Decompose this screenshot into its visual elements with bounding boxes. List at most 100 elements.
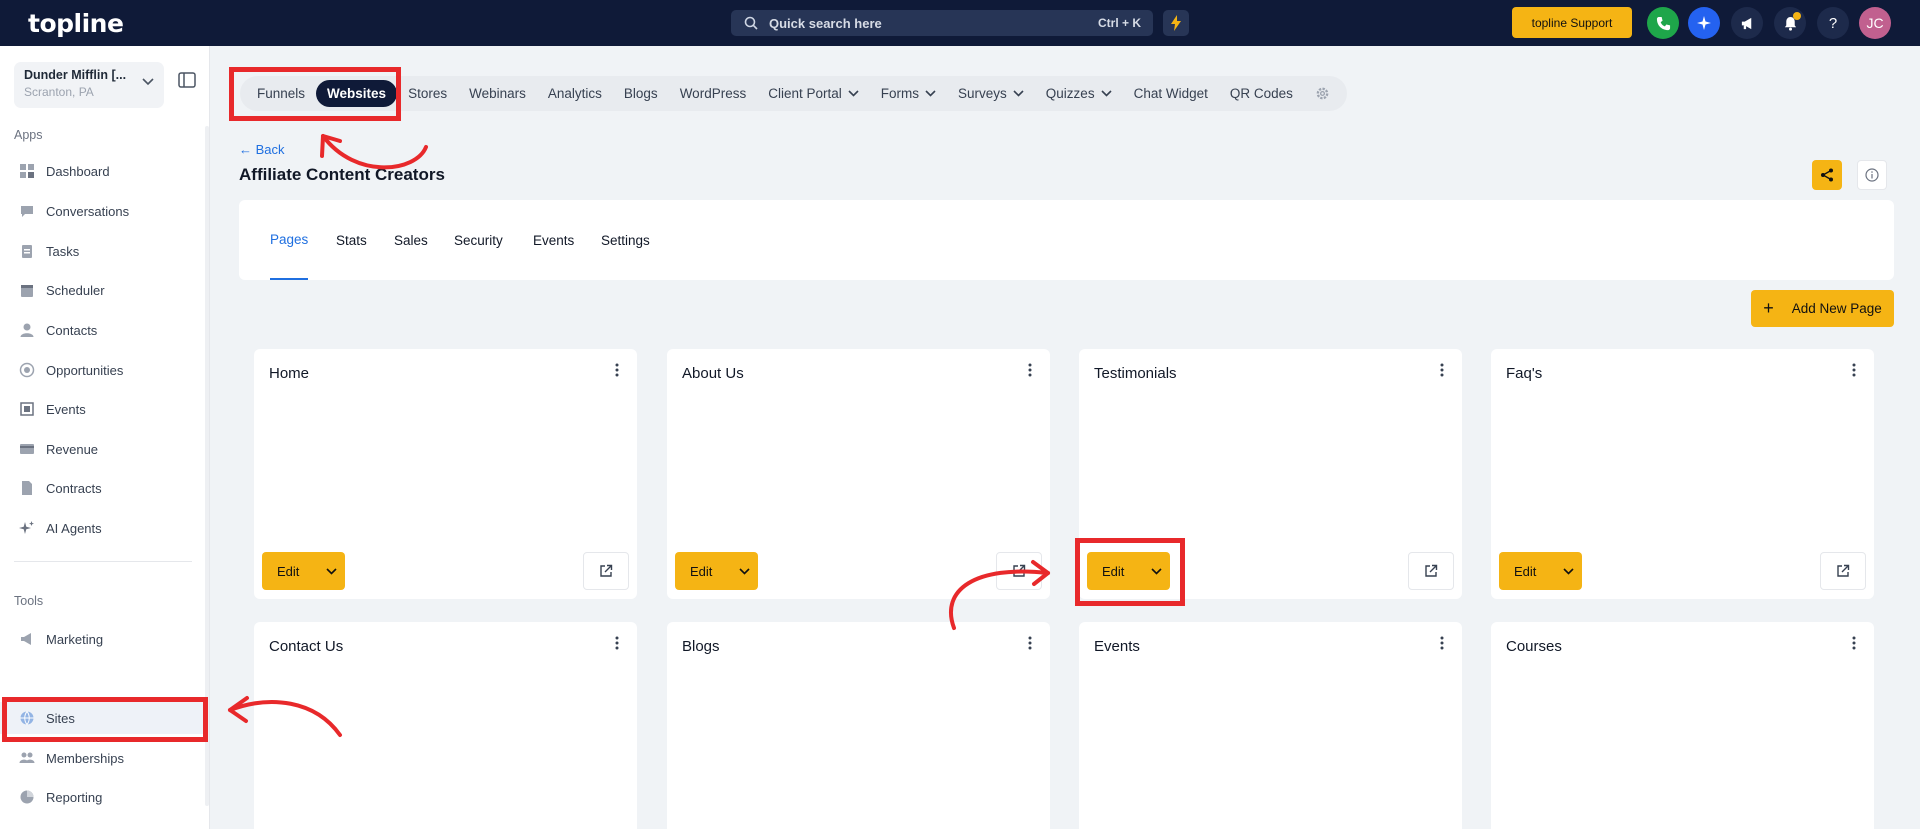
- tab-settings[interactable]: Settings: [601, 200, 650, 280]
- annotation-box-websites: [229, 67, 401, 121]
- sidebar-item-ai-agents[interactable]: AI Agents: [0, 512, 205, 544]
- sidebar-item-tasks[interactable]: Tasks: [0, 235, 205, 267]
- edit-label: Edit: [277, 563, 300, 579]
- subnav-client-portal[interactable]: Client Portal: [757, 80, 870, 107]
- arrow-to-websites: [320, 134, 428, 170]
- tab-stats[interactable]: Stats: [336, 200, 367, 280]
- notifications-button[interactable]: [1774, 7, 1806, 39]
- subnav-webinars[interactable]: Webinars: [458, 80, 537, 107]
- open-page-button[interactable]: [1408, 552, 1454, 590]
- more-options-icon[interactable]: [1028, 363, 1032, 377]
- subnav-label: Forms: [880, 86, 920, 101]
- sidebar-item-label: Scheduler: [46, 282, 105, 298]
- support-button[interactable]: topline Support: [1512, 7, 1632, 38]
- tab-security[interactable]: Security: [454, 200, 503, 280]
- subnav-chat-widget[interactable]: Chat Widget: [1123, 80, 1219, 107]
- sidebar-item-contacts[interactable]: Contacts: [0, 314, 205, 346]
- more-options-icon[interactable]: [1852, 363, 1856, 377]
- subnav-qr-codes[interactable]: QR Codes: [1219, 80, 1304, 107]
- chevron-down-icon: [848, 90, 859, 97]
- help-button[interactable]: ?: [1817, 7, 1849, 39]
- chevron-down-icon: [1563, 567, 1574, 575]
- edit-dropdown-toggle[interactable]: [731, 567, 758, 575]
- tab-events[interactable]: Events: [533, 200, 574, 280]
- user-avatar[interactable]: JC: [1859, 7, 1891, 39]
- chevron-down-icon: [1101, 90, 1112, 97]
- more-options-icon[interactable]: [615, 636, 619, 650]
- subnav-quizzes[interactable]: Quizzes: [1035, 80, 1123, 107]
- phone-button[interactable]: [1647, 7, 1679, 39]
- open-page-button[interactable]: [1820, 552, 1866, 590]
- account-switcher[interactable]: Dunder Mifflin [... Scranton, PA: [14, 62, 164, 108]
- sidebar-item-marketing[interactable]: Marketing: [0, 623, 205, 655]
- sidebar-item-opportunities[interactable]: Opportunities: [0, 354, 205, 386]
- sidebar-item-label: Opportunities: [46, 362, 124, 378]
- open-page-button[interactable]: [996, 552, 1042, 590]
- ai-assistant-button[interactable]: [1688, 7, 1720, 39]
- external-link-icon: [1013, 564, 1026, 577]
- sidebar-item-label: Contracts: [46, 480, 102, 496]
- app-logo[interactable]: topline: [28, 9, 124, 38]
- subnav-wordpress[interactable]: WordPress: [669, 80, 758, 107]
- events-icon: [18, 400, 36, 418]
- page-card[interactable]: Courses: [1491, 622, 1874, 829]
- tab-sales[interactable]: Sales: [394, 200, 428, 280]
- edit-dropdown-toggle[interactable]: [318, 567, 345, 575]
- sparkle-icon: [1697, 16, 1711, 30]
- sidebar-collapse-icon[interactable]: [178, 72, 196, 88]
- page-title: Affiliate Content Creators: [239, 165, 445, 184]
- edit-button[interactable]: Edit: [675, 552, 758, 590]
- page-card-title: About Us: [682, 365, 744, 382]
- more-options-icon[interactable]: [1440, 636, 1444, 650]
- more-options-icon[interactable]: [1028, 636, 1032, 650]
- quick-actions-button[interactable]: [1163, 10, 1189, 36]
- sidebar-item-label: Events: [46, 401, 86, 417]
- edit-label: Edit: [690, 563, 713, 579]
- quick-search[interactable]: Quick search here Ctrl + K: [731, 10, 1153, 36]
- subnav-analytics[interactable]: Analytics: [537, 80, 613, 107]
- page-card-title: Courses: [1506, 638, 1562, 655]
- announcements-button[interactable]: [1731, 7, 1763, 39]
- sidebar-item-conversations[interactable]: Conversations: [0, 195, 205, 227]
- subnav-forms[interactable]: Forms: [870, 80, 947, 107]
- page-card[interactable]: Home Edit: [254, 349, 637, 599]
- page-card[interactable]: Contact Us: [254, 622, 637, 829]
- edit-button[interactable]: Edit: [1499, 552, 1582, 590]
- sidebar-item-label: Memberships: [46, 750, 125, 766]
- subnav-settings[interactable]: [1304, 80, 1341, 107]
- info-button[interactable]: [1857, 160, 1887, 190]
- chevron-down-icon: [739, 567, 750, 575]
- share-button[interactable]: [1812, 160, 1842, 190]
- group-icon: [18, 749, 36, 767]
- sidebar-item-reporting[interactable]: Reporting: [0, 781, 205, 813]
- sidebar-item-revenue[interactable]: Revenue: [0, 433, 205, 465]
- page-card[interactable]: Faq's Edit: [1491, 349, 1874, 599]
- add-new-page-button[interactable]: + Add New Page: [1751, 290, 1894, 327]
- sidebar-item-dashboard[interactable]: Dashboard: [0, 155, 205, 187]
- subnav-stores[interactable]: Stores: [397, 80, 458, 107]
- more-options-icon[interactable]: [1440, 363, 1444, 377]
- pie-chart-icon: [18, 788, 36, 806]
- open-page-button[interactable]: [583, 552, 629, 590]
- subnav-blogs[interactable]: Blogs: [613, 80, 669, 107]
- edit-button[interactable]: Edit: [262, 552, 345, 590]
- edit-label: Edit: [1514, 563, 1537, 579]
- sidebar-item-contracts[interactable]: Contracts: [0, 472, 205, 504]
- page-card[interactable]: Blogs: [667, 622, 1050, 829]
- edit-dropdown-toggle[interactable]: [1555, 567, 1582, 575]
- tab-pages[interactable]: Pages: [270, 200, 309, 280]
- more-options-icon[interactable]: [1852, 636, 1856, 650]
- back-link[interactable]: ← Back: [239, 142, 285, 157]
- more-options-icon[interactable]: [615, 363, 619, 377]
- subnav-surveys[interactable]: Surveys: [947, 80, 1035, 107]
- page-card-title: Blogs: [682, 638, 720, 655]
- sidebar-item-label: Revenue: [46, 441, 99, 457]
- calendar-icon: [18, 281, 36, 299]
- sidebar-item-events[interactable]: Events: [0, 393, 205, 425]
- sidebar-item-scheduler[interactable]: Scheduler: [0, 274, 205, 306]
- page-card[interactable]: About Us Edit: [667, 349, 1050, 599]
- page-card[interactable]: Events: [1079, 622, 1462, 829]
- sidebar-item-memberships[interactable]: Memberships: [0, 742, 205, 774]
- subnav-label: Quizzes: [1045, 86, 1095, 101]
- sparkle-icon: [18, 519, 36, 537]
